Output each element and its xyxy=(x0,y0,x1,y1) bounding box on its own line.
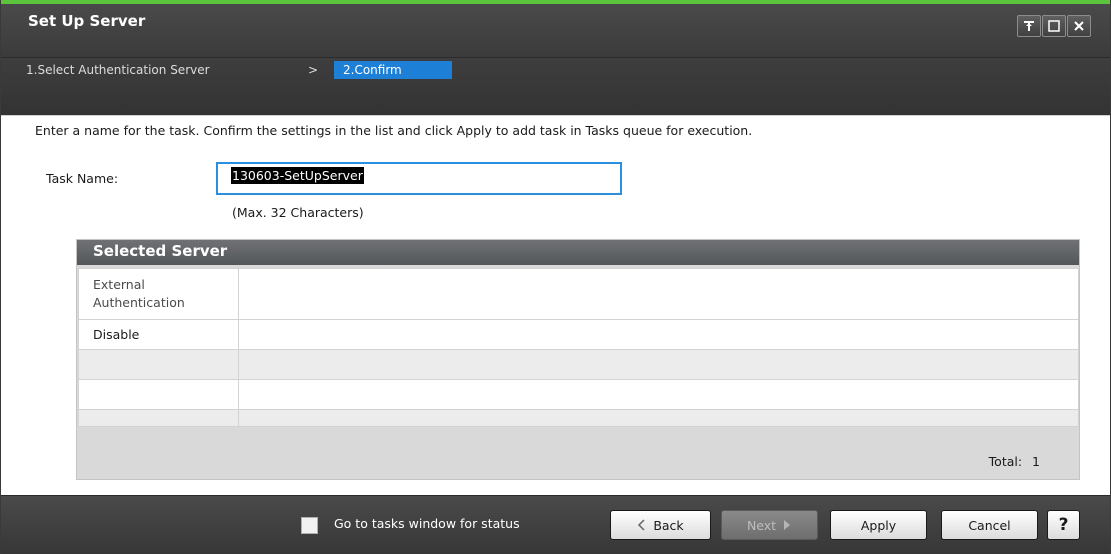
wizard-step-confirm: 2.Confirm xyxy=(334,61,452,79)
maximize-button[interactable] xyxy=(1042,15,1066,37)
table-cell xyxy=(238,379,1079,410)
confirm-content: Enter a name for the task. Confirm the s… xyxy=(1,115,1110,495)
table-cell: Disable xyxy=(78,319,239,350)
table-cell xyxy=(78,409,239,427)
back-button[interactable]: Back xyxy=(610,510,711,540)
column-header-empty xyxy=(238,268,1079,320)
selected-server-panel: Selected Server External Authentication … xyxy=(76,239,1080,480)
back-label: Back xyxy=(653,517,684,533)
maximize-icon xyxy=(1048,20,1060,32)
table-cell xyxy=(238,319,1079,350)
panel-title: Selected Server xyxy=(77,240,1079,265)
wizard-step-separator: > xyxy=(308,63,319,77)
table-cell xyxy=(238,349,1079,380)
window-title: Set Up Server xyxy=(28,12,146,30)
pin-window-button[interactable] xyxy=(1017,15,1041,37)
total-value: 1 xyxy=(1032,454,1040,469)
task-name-input[interactable]: 130603-SetUpServer xyxy=(216,162,622,195)
wizard-step-select-auth-server[interactable]: 1.Select Authentication Server xyxy=(26,61,210,79)
go-to-tasks-checkbox[interactable] xyxy=(301,517,318,534)
wizard-steps: 1.Select Authentication Server > 2.Confi… xyxy=(1,58,1110,115)
table-row[interactable]: Disable xyxy=(78,319,1079,350)
close-icon xyxy=(1074,21,1084,31)
table-row-empty xyxy=(78,349,1079,380)
cancel-button[interactable]: Cancel xyxy=(941,510,1038,540)
column-header-text: External Authentication xyxy=(93,277,185,310)
table-cell xyxy=(78,349,239,380)
next-button[interactable]: Next xyxy=(721,510,818,540)
total-count: Total: 1 xyxy=(989,454,1040,469)
title-bar: Set Up Server xyxy=(1,4,1110,58)
table-cell xyxy=(78,379,239,410)
pin-icon xyxy=(1024,21,1034,31)
instructions-text: Enter a name for the task. Confirm the s… xyxy=(35,123,753,138)
go-to-tasks-label[interactable]: Go to tasks window for status xyxy=(334,516,520,531)
help-button[interactable]: ? xyxy=(1047,510,1080,540)
table-cell xyxy=(238,409,1079,427)
next-label: Next xyxy=(746,517,777,533)
close-button[interactable] xyxy=(1067,15,1091,37)
set-up-server-window: Set Up Server 1.Select Authentication Se… xyxy=(0,0,1111,554)
table-row-empty xyxy=(78,379,1079,410)
table-header-row: External Authentication xyxy=(78,268,1079,320)
task-name-value: 130603-SetUpServer xyxy=(231,167,364,184)
apply-button[interactable]: Apply xyxy=(830,510,927,540)
task-name-label: Task Name: xyxy=(46,171,119,186)
task-name-hint: (Max. 32 Characters) xyxy=(232,205,364,220)
selected-server-table: External Authentication Disable xyxy=(78,268,1079,427)
chevron-right-icon xyxy=(784,520,791,530)
column-header-external-authentication[interactable]: External Authentication xyxy=(78,268,239,320)
footer-bar: Go to tasks window for status Back Next … xyxy=(1,495,1110,554)
table-row-empty xyxy=(78,409,1079,427)
chevron-left-icon xyxy=(638,519,645,531)
total-label: Total: xyxy=(988,454,1023,469)
